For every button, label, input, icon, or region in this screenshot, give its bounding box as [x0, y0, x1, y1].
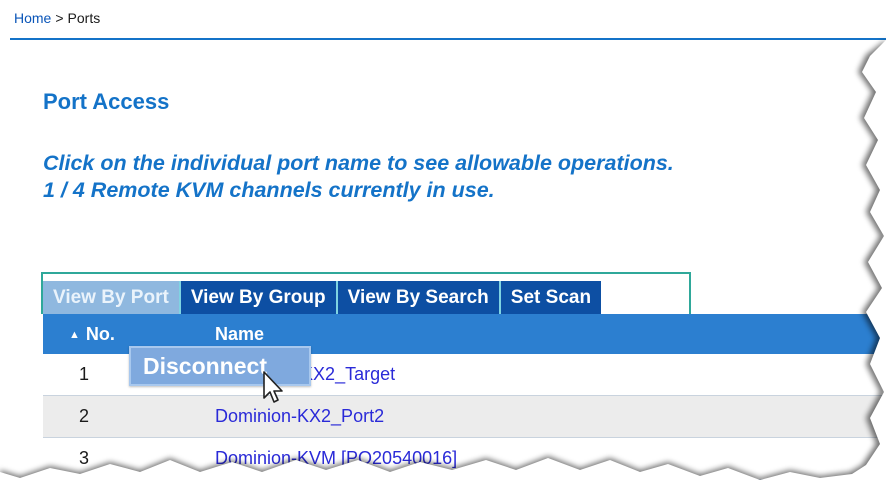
instruction-line-2: 1 / 4 Remote KVM channels currently in u…: [43, 178, 495, 202]
sort-ascending-icon: ▲: [69, 328, 80, 341]
table-row: 3 Dominion-KVM [PO20540016]: [43, 437, 886, 480]
tab-view-by-group[interactable]: View By Group: [178, 281, 336, 314]
port-name-cell: Dominion-KX2_Port2: [215, 395, 886, 438]
mouse-pointer-icon: [263, 371, 283, 403]
tab-view-by-port[interactable]: View By Port: [43, 281, 179, 314]
port-name-link[interactable]: Dominion-KX2_Port2: [215, 406, 384, 426]
port-name-cell: Dominion_KX2_Target: [215, 354, 886, 396]
view-tabs: View By Port View By Group View By Searc…: [43, 281, 602, 314]
page-title: Port Access: [43, 89, 170, 114]
breadcrumb-current: Ports: [67, 10, 101, 26]
port-name-cell: Dominion-KVM [PO20540016]: [215, 437, 886, 480]
port-access-page: Home > Ports Port Access Click on the indi…: [0, 0, 886, 483]
header-divider: [10, 38, 886, 40]
tab-view-by-search[interactable]: View By Search: [335, 281, 499, 314]
instruction-line-1: Click on the individual port name to see…: [43, 151, 674, 175]
column-header-name[interactable]: Name: [215, 314, 886, 354]
instructions: Click on the individual port name to see…: [43, 150, 674, 204]
port-number: 3: [43, 437, 215, 480]
column-header-no-label: No.: [85, 323, 115, 344]
tab-set-scan[interactable]: Set Scan: [498, 281, 602, 314]
ports-table: ▲No. Name 1 Dominion_KX2_Target 2 Domini…: [43, 314, 886, 480]
port-name-link[interactable]: Dominion-KVM [PO20540016]: [215, 448, 457, 468]
breadcrumb-separator: >: [55, 10, 64, 26]
port-number: 2: [43, 395, 215, 438]
table-row: 2 Dominion-KX2_Port2: [43, 395, 886, 438]
breadcrumb-home-link[interactable]: Home: [14, 10, 51, 26]
breadcrumb: Home > Ports: [14, 10, 100, 26]
